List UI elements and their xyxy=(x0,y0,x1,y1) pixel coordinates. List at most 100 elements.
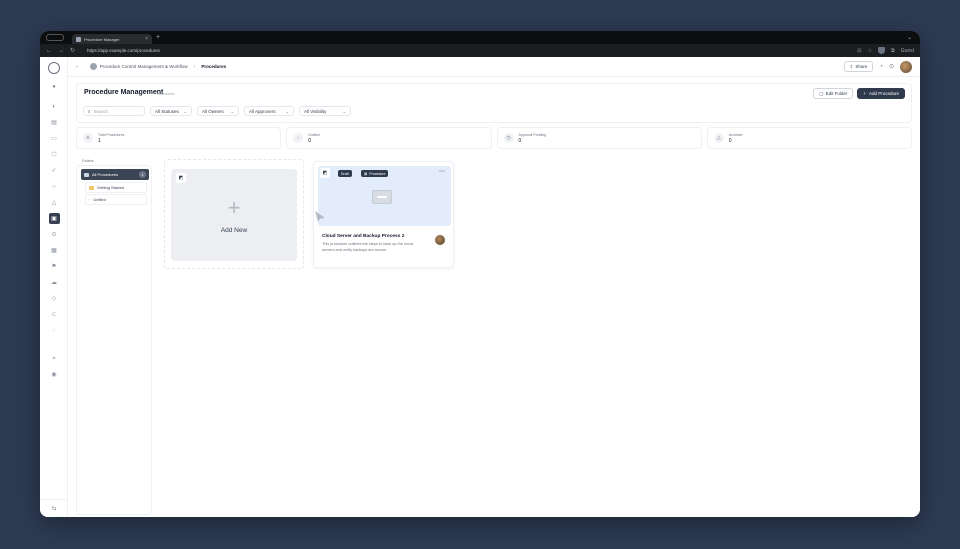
archive-icon: △ xyxy=(713,133,724,143)
select-checkbox-icon[interactable]: ◩ xyxy=(176,173,186,183)
home-icon[interactable]: ● xyxy=(50,83,58,91)
page-title: Procedure Management xyxy=(84,89,164,96)
help-icon[interactable]: ◌ xyxy=(50,327,58,335)
chevron-down-icon: ⌄ xyxy=(342,108,346,114)
more-options-icon[interactable]: ⋯ xyxy=(439,168,445,175)
owner-filter-label: All Owners xyxy=(202,108,224,114)
reload-icon[interactable]: ↻ xyxy=(70,47,75,54)
avatar[interactable] xyxy=(900,60,912,73)
window-controls[interactable] xyxy=(46,34,64,41)
chart-icon[interactable]: ▤ xyxy=(50,119,58,127)
cloud-icon[interactable]: ☁ xyxy=(50,279,58,287)
stats-row: ≡ Total Procedures 1 ◌ Drafted 0 ◷ Appro… xyxy=(76,127,912,149)
share-icon: ⇪ xyxy=(849,63,854,69)
search-icon: ⌕ xyxy=(88,108,91,114)
browser-window: Procedure Manager × + ⌄ ← → ↻ https://ap… xyxy=(40,31,920,517)
edit-folder-button[interactable]: ▢ Edit Folder xyxy=(813,88,854,99)
tag-icon[interactable]: ◇ xyxy=(50,295,58,303)
tab-favicon-icon xyxy=(76,36,81,42)
plugin-icon[interactable]: ◓ xyxy=(50,355,58,363)
profile-label[interactable]: Guest xyxy=(901,48,914,54)
extension-shield-icon[interactable] xyxy=(878,47,886,54)
app-logo[interactable] xyxy=(48,62,60,74)
chevron-right-icon[interactable]: › xyxy=(76,64,78,70)
calendar-icon[interactable]: ▦ xyxy=(50,247,58,255)
plus-icon: + xyxy=(227,195,241,220)
edit-folder-label: Edit Folder xyxy=(825,91,848,96)
visibility-filter[interactable]: All Visibility ⌄ xyxy=(299,106,351,116)
add-procedure-label: Add Procedure xyxy=(868,91,899,96)
collapse-sidebar-icon[interactable]: ⇆ xyxy=(40,499,68,517)
bell-icon[interactable]: ○ xyxy=(50,183,58,191)
approver-filter[interactable]: All Approvers ⌄ xyxy=(244,106,294,116)
address-field[interactable]: https://app.example.com/procedures xyxy=(87,48,160,53)
stat-label: Total Procedures xyxy=(98,132,125,137)
bookmark-icon[interactable]: ☆ xyxy=(868,48,872,54)
folder-label: Unfiled xyxy=(93,197,106,202)
tab-close-icon[interactable]: × xyxy=(145,36,148,42)
folder-item[interactable]: ◦ Unfiled xyxy=(85,194,147,205)
stat-label: Drafted xyxy=(308,132,320,137)
folder-count-badge: 1 xyxy=(139,171,146,178)
breadcrumb-separator: › xyxy=(193,63,196,70)
chevron-down-icon: ⌄ xyxy=(183,108,187,114)
add-procedure-button[interactable]: + Add Procedure xyxy=(857,88,905,99)
add-new-label: Add New xyxy=(220,227,248,234)
stat-card: △ Archived 0 xyxy=(706,127,912,149)
breadcrumb-current: Procedures xyxy=(201,64,227,69)
browser-url-bar: ← → ↻ https://app.example.com/procedures… xyxy=(40,44,920,57)
status-filter-label: All Statuses xyxy=(155,108,179,114)
procedure-title-text: Cloud Server and Backup Process xyxy=(322,234,401,239)
forward-icon[interactable]: → xyxy=(58,48,64,54)
user-icon[interactable]: △ xyxy=(50,199,58,207)
dashboard-icon[interactable]: ◐ xyxy=(50,103,58,111)
shield-icon[interactable]: ⬡ xyxy=(50,151,58,159)
folder-label: All Procedures xyxy=(92,172,119,177)
browser-tab-bar: Procedure Manager × + ⌄ xyxy=(40,31,920,44)
procedure-card[interactable]: ◩ Draft ▤ Procedure ⋯ Cloud Server and B… xyxy=(313,161,454,268)
stat-card: ◌ Drafted 0 xyxy=(286,127,492,149)
procedure-description: This procedure outlines the steps to bac… xyxy=(322,242,413,252)
folder-label: Getting Started xyxy=(97,185,124,190)
org-icon xyxy=(89,63,97,70)
browser-tab[interactable]: Procedure Manager × xyxy=(72,34,152,44)
flag-icon[interactable]: ⚑ xyxy=(50,263,58,271)
breadcrumb-org[interactable]: Procedure Control Management & Workflow xyxy=(100,64,188,69)
settings-gear-icon[interactable]: ⊙ xyxy=(889,63,894,70)
cast-icon[interactable]: ⊡ xyxy=(857,48,861,54)
document-icon[interactable]: ▭ xyxy=(50,135,58,143)
settings-icon[interactable]: ⊙ xyxy=(50,231,58,239)
stat-label: Archived xyxy=(728,132,743,137)
page-header: Procedure Management Procedures ▢ Edit F… xyxy=(76,83,912,123)
status-filter[interactable]: All Statuses ⌄ xyxy=(150,106,192,116)
document-icon: ▤ xyxy=(364,171,368,176)
search-input[interactable]: ⌕ Search xyxy=(83,106,145,116)
procedure-icon[interactable]: ▣ xyxy=(48,213,60,224)
folder-item[interactable]: Getting Started xyxy=(85,182,147,193)
stat-value: 0 xyxy=(308,137,312,144)
tab-list-chevron-icon[interactable]: ⌄ xyxy=(907,34,912,41)
new-tab-button[interactable]: + xyxy=(156,34,160,41)
folder-item-all[interactable]: All Procedures 1 xyxy=(81,169,149,180)
chevron-down-icon: ⌄ xyxy=(285,108,289,114)
search-placeholder: Search xyxy=(93,108,108,114)
add-new-card[interactable]: ◩ + Add New xyxy=(171,169,297,261)
folder-icon xyxy=(84,172,89,177)
stat-card: ≡ Total Procedures 1 xyxy=(76,127,282,149)
owner-avatar[interactable] xyxy=(435,235,445,245)
status-badge-label: Draft xyxy=(341,171,349,176)
select-checkbox-icon[interactable]: ◩ xyxy=(320,168,330,178)
notification-icon[interactable]: ◔ xyxy=(879,64,883,70)
visibility-filter-label: All Visibility xyxy=(304,108,327,114)
check-icon[interactable]: ✓ xyxy=(50,167,58,175)
database-icon[interactable]: ⊂ xyxy=(50,311,58,319)
gear-icon[interactable]: ◉ xyxy=(50,371,58,379)
owner-filter[interactable]: All Owners ⌄ xyxy=(197,106,239,116)
status-badge: Draft xyxy=(338,170,352,177)
clock-icon: ◷ xyxy=(503,133,514,143)
draft-icon: ◌ xyxy=(293,133,304,143)
back-icon[interactable]: ← xyxy=(46,48,52,54)
extensions-icon[interactable]: ⧉ xyxy=(891,48,895,54)
folders-panel: All Procedures 1 Getting Started ◦ Unfil… xyxy=(76,165,152,515)
share-button[interactable]: ⇪ Share xyxy=(843,61,874,72)
